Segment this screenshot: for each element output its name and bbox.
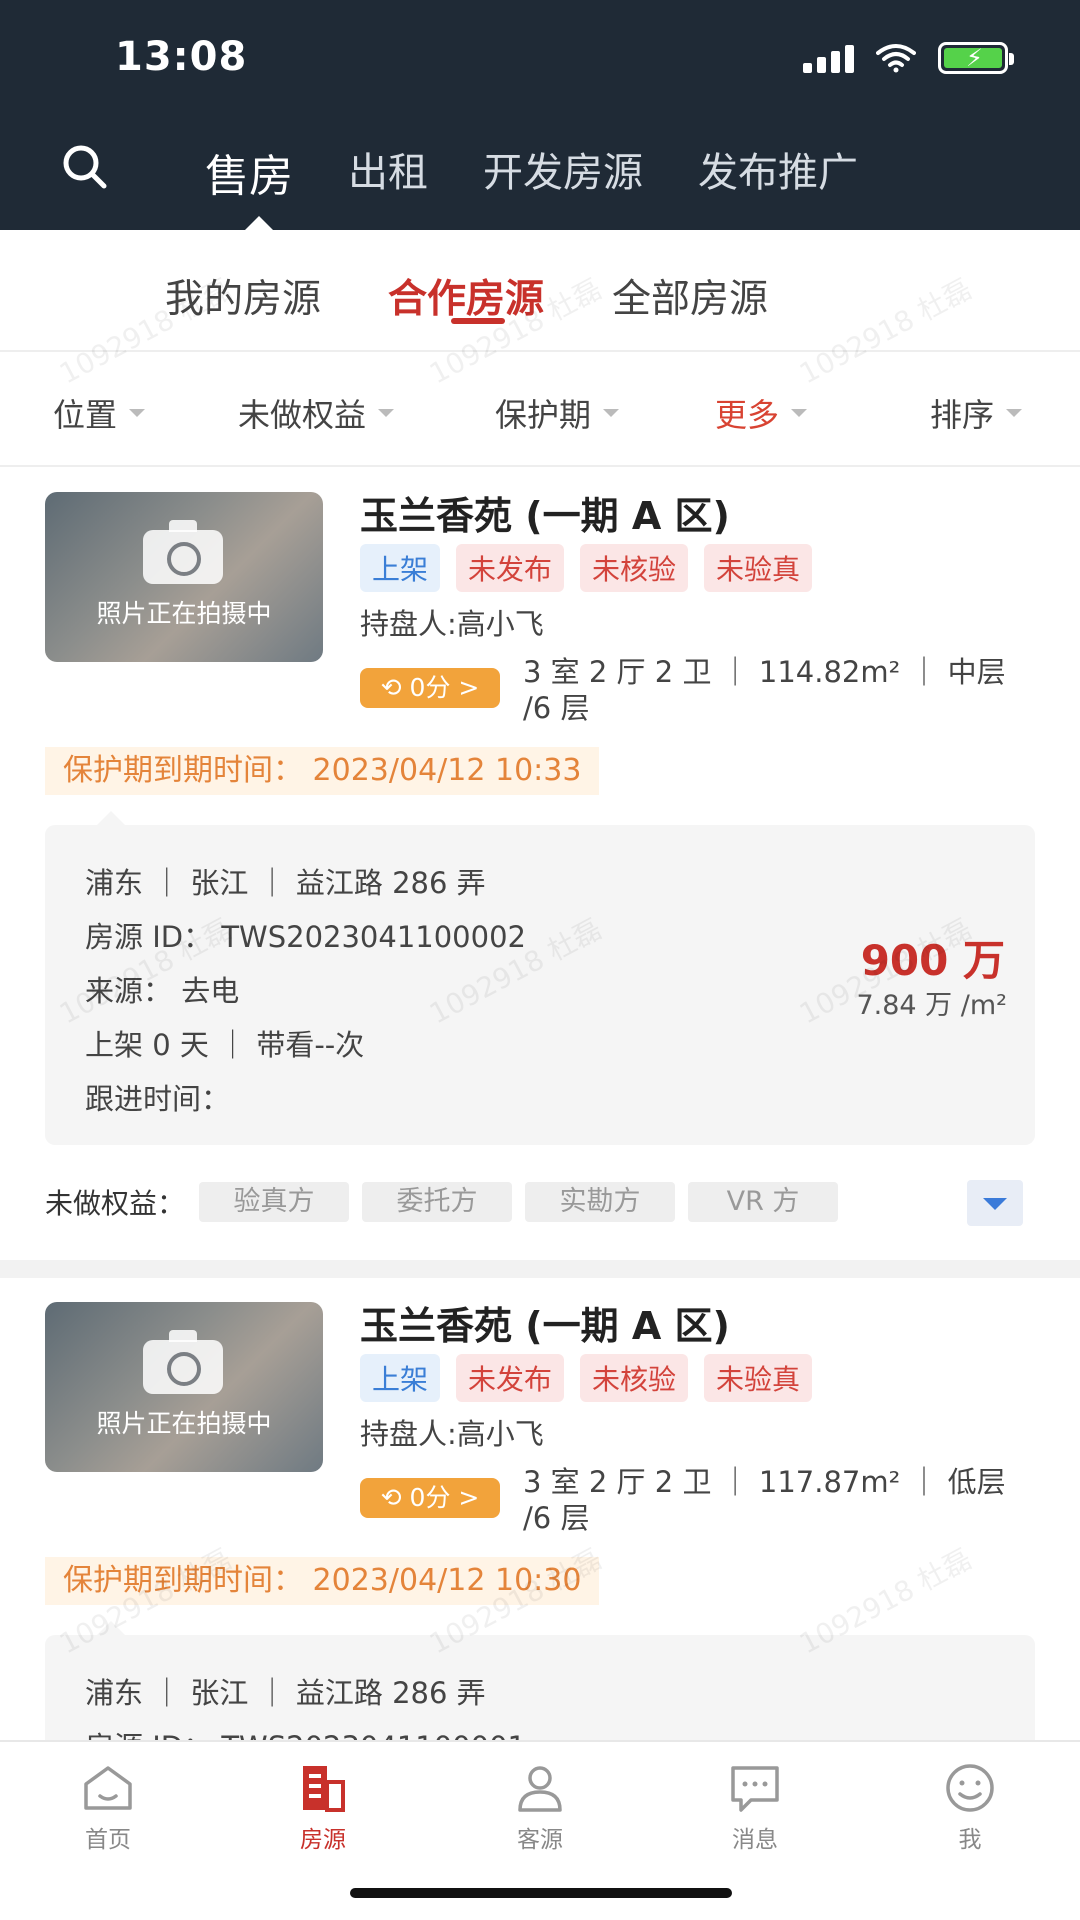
tab-rent[interactable]: 出租 (348, 140, 428, 204)
chevron-down-icon (378, 409, 395, 417)
camera-icon (143, 1330, 223, 1394)
status-badge: 未发布 (456, 1354, 565, 1402)
listing-title: 玉兰香苑 (一期 A 区) (360, 1304, 730, 1348)
tab-develop[interactable]: 开发房源 (483, 140, 643, 204)
building-icon (303, 1766, 345, 1812)
status-icons: ⚡ (803, 42, 1014, 74)
filter-more[interactable]: 更多 (715, 390, 808, 436)
listing-owner: 持盘人:高小飞 (360, 607, 544, 641)
listing-specs: 3 室 2 厅 2 卫 ｜ 114.82m² ｜ 中层 /6 层 (523, 655, 1006, 725)
listing-specs: 3 室 2 厅 2 卫 ｜ 117.87m² ｜ 低层 /6 层 (523, 1465, 1006, 1535)
battery-icon: ⚡ (938, 42, 1014, 74)
filter-bar: 位置 未做权益 保护期 更多 排序 (0, 354, 1080, 467)
subtab-my-listings[interactable]: 我的房源 (165, 268, 321, 324)
status-badge: 上架 (360, 544, 441, 592)
top-tabs: 售房 出租 开发房源 发布推广 (205, 140, 913, 204)
status-badge: 未验真 (704, 1354, 813, 1402)
message-icon (731, 1766, 779, 1812)
status-time: 13:08 (115, 34, 248, 80)
card-separator (0, 1260, 1080, 1278)
chevron-down-icon (603, 409, 620, 417)
status-badge: 未核验 (580, 1354, 689, 1402)
filter-protection[interactable]: 保护期 (495, 390, 620, 436)
score-badge[interactable]: ⟲ 0分 > (360, 1478, 500, 1518)
person-icon (518, 1766, 562, 1812)
listing-tags: 上架 未发布 未核验 未验真 (360, 544, 813, 592)
listing-owner: 持盘人:高小飞 (360, 1417, 544, 1451)
filter-sort[interactable]: 排序 (930, 390, 1023, 436)
status-badge: 未核验 (580, 544, 689, 592)
listing-detail-box: 浦东 ｜ 张江 ｜ 益江路 286 弄 房源 ID： TWS2023041100… (45, 825, 1035, 1145)
listing-photo: 照片正在拍摄中 (45, 492, 323, 662)
listing-follow-time: 跟进时间： (85, 1082, 231, 1116)
listing-location: 浦东 ｜ 张江 ｜ 益江路 286 弄 (85, 866, 486, 900)
status-badge: 未发布 (456, 544, 565, 592)
listing-stats: 上架 0 天 ｜ 带看--次 (85, 1028, 365, 1062)
signal-icon (803, 43, 854, 73)
detail-caret (97, 1621, 125, 1635)
chevron-down-icon (1006, 409, 1023, 417)
nav-messages[interactable]: 消息 (685, 1760, 825, 1854)
right-chip[interactable]: VR 方 (688, 1182, 839, 1222)
photo-status: 照片正在拍摄中 (96, 1409, 272, 1438)
nav-label: 客源 (517, 1827, 563, 1853)
nav-clients[interactable]: 客源 (470, 1760, 610, 1854)
rights-row: 未做权益： 验真方 委托方 实勘方 VR 方 (45, 1182, 851, 1222)
chevron-down-icon (129, 409, 146, 417)
nav-label: 房源 (300, 1827, 346, 1853)
nav-me[interactable]: 我 (900, 1760, 1040, 1854)
detail-caret (97, 811, 125, 825)
subtab-underline (451, 318, 505, 324)
nav-home[interactable]: 首页 (38, 1760, 178, 1854)
status-badge: 未验真 (704, 544, 813, 592)
photo-status: 照片正在拍摄中 (96, 599, 272, 628)
listing-photo: 照片正在拍摄中 (45, 1302, 323, 1472)
nav-label: 我 (958, 1827, 982, 1853)
nav-listings[interactable]: 房源 (253, 1760, 393, 1854)
subtab-coop-listings[interactable]: 合作房源 (388, 268, 544, 324)
right-chip[interactable]: 委托方 (362, 1182, 513, 1222)
top-header: 13:08 ⚡ 售房 出租 开发房源 发布推广 (0, 0, 1080, 232)
listing-price: 900 万 (860, 936, 1005, 985)
expand-button[interactable] (967, 1180, 1023, 1226)
tab-sell[interactable]: 售房 (205, 140, 293, 204)
camera-icon (143, 520, 223, 584)
listing-source: 来源： 去电 (85, 974, 240, 1008)
listing-location: 浦东 ｜ 张江 ｜ 益江路 286 弄 (85, 1676, 486, 1710)
tab-promote[interactable]: 发布推广 (698, 140, 858, 204)
home-indicator[interactable] (350, 1888, 732, 1898)
listing-tags: 上架 未发布 未核验 未验真 (360, 1354, 813, 1402)
protection-expiry: 保护期到期时间： 2023/04/12 10:33 (45, 747, 600, 795)
nav-label: 首页 (85, 1827, 131, 1853)
listing-id: 房源 ID： TWS2023041100002 (85, 920, 526, 954)
right-chip[interactable]: 验真方 (199, 1182, 350, 1222)
subtab-all-listings[interactable]: 全部房源 (612, 268, 768, 324)
protection-expiry: 保护期到期时间： 2023/04/12 10:30 (45, 1557, 600, 1605)
wifi-icon (876, 44, 916, 73)
status-badge: 上架 (360, 1354, 441, 1402)
right-chip[interactable]: 实勘方 (525, 1182, 676, 1222)
chevron-down-icon (791, 409, 808, 417)
search-icon[interactable] (60, 142, 110, 192)
home-icon (84, 1766, 132, 1810)
listing-unit-price: 7.84 万 /m² (856, 990, 1007, 1021)
smiley-icon (946, 1764, 994, 1812)
listing-title: 玉兰香苑 (一期 A 区) (360, 494, 730, 538)
filter-location[interactable]: 位置 (53, 390, 146, 436)
filter-rights[interactable]: 未做权益 (238, 390, 395, 436)
rights-label: 未做权益： (45, 1187, 186, 1220)
score-badge[interactable]: ⟲ 0分 > (360, 668, 500, 708)
sub-tabs: 我的房源 合作房源 全部房源 (0, 230, 1080, 352)
nav-label: 消息 (732, 1827, 778, 1853)
